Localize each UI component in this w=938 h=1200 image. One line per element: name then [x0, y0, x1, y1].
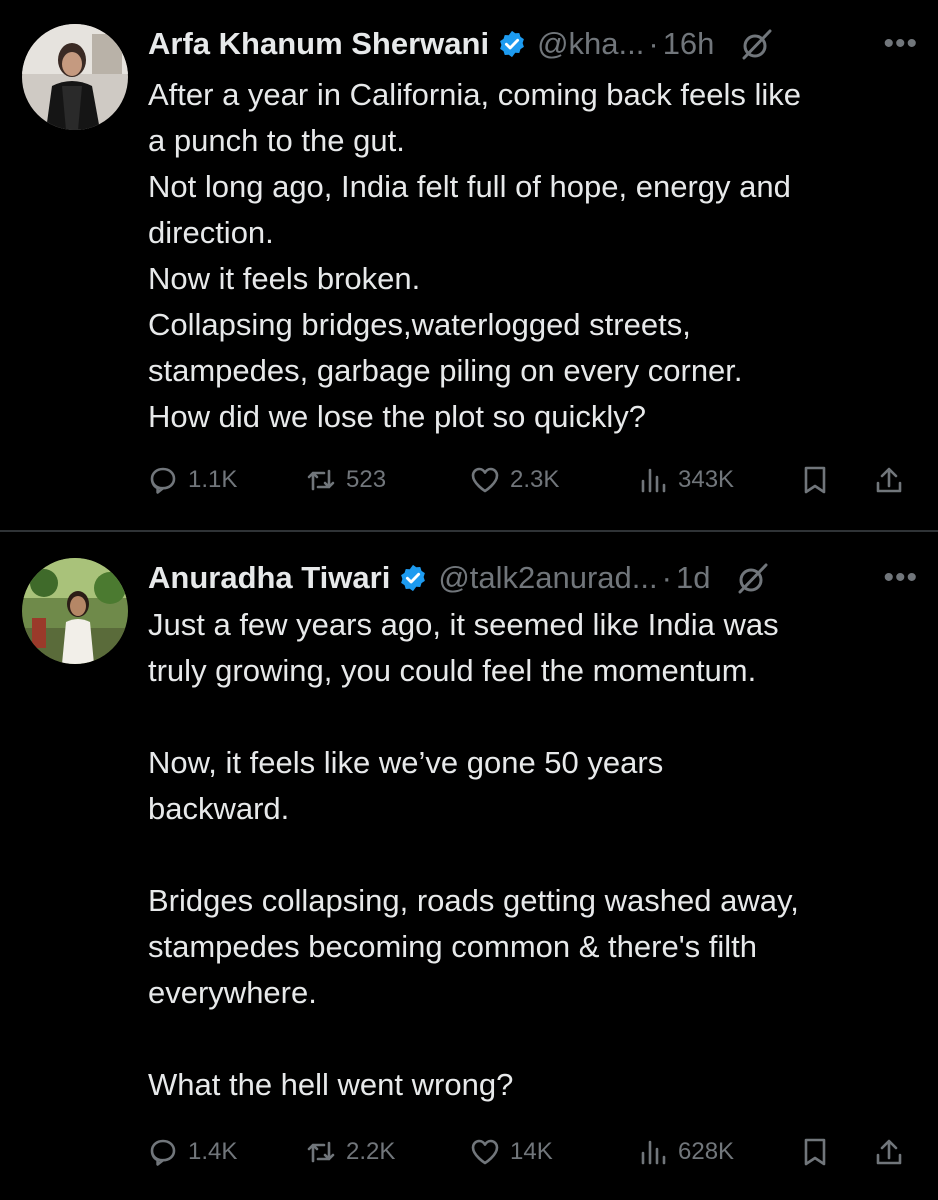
separator-dot: · [648, 26, 659, 61]
like-icon [471, 467, 499, 493]
verified-badge-icon [398, 563, 428, 593]
reply-icon [150, 1139, 176, 1166]
timestamp[interactable]: 1d [676, 560, 710, 596]
views-icon [641, 468, 666, 493]
bookmark-button[interactable] [800, 460, 830, 500]
tweet-header: Anuradha Tiwari @talk2anurad... · 1d ••• [148, 556, 918, 600]
like-count: 2.3K [510, 466, 560, 493]
author-handle[interactable]: @kha... [537, 26, 644, 62]
bookmark-icon [804, 1138, 826, 1166]
avatar[interactable] [22, 558, 128, 664]
tweet-line: everywhere. [148, 975, 317, 1010]
share-button[interactable] [874, 1132, 904, 1172]
separator-dot: · [661, 560, 672, 595]
grok-icon[interactable] [740, 27, 774, 61]
author-name[interactable]: Anuradha Tiwari [148, 560, 390, 596]
avatar[interactable] [22, 24, 128, 130]
tweet-line: a punch to the gut. [148, 123, 405, 158]
tweet-line: Not long ago, India felt full of hope, e… [148, 169, 791, 204]
tweet-arfa[interactable]: Arfa Khanum Sherwani @kha... · 16h ••• A… [0, 0, 938, 530]
like-button[interactable]: 14K [470, 1132, 553, 1172]
share-icon [876, 1139, 902, 1165]
tweet-line: stampedes, garbage piling on every corne… [148, 353, 743, 388]
bookmark-button[interactable] [800, 1132, 830, 1172]
reply-button[interactable]: 1.1K [148, 460, 237, 500]
views-icon [641, 1140, 666, 1165]
tweet-line: Now it feels broken. [148, 261, 421, 296]
reply-icon [150, 467, 176, 494]
repost-count: 2.2K [346, 1138, 396, 1165]
tweet-text: After a year in California, coming back … [148, 72, 918, 440]
grok-icon[interactable] [736, 561, 770, 595]
like-button[interactable]: 2.3K [470, 460, 559, 500]
more-icon[interactable]: ••• [883, 563, 918, 593]
tweet-anuradha[interactable]: Anuradha Tiwari @talk2anurad... · 1d •••… [0, 532, 938, 1200]
repost-icon [307, 1141, 335, 1163]
bookmark-icon [804, 466, 826, 494]
author-handle[interactable]: @talk2anurad... [438, 560, 657, 596]
tweet-line: After a year in California, coming back … [148, 77, 802, 112]
tweet-line: Collapsing bridges,waterlogged streets, [148, 307, 691, 342]
repost-icon [307, 469, 335, 491]
repost-button[interactable]: 523 [306, 460, 386, 500]
like-icon [471, 1139, 499, 1165]
tweet-line: Just a few years ago, it seemed like Ind… [148, 607, 779, 642]
views-button[interactable]: 628K [638, 1132, 734, 1172]
views-count: 628K [678, 1138, 735, 1165]
share-button[interactable] [874, 460, 904, 500]
tweet-line: Bridges collapsing, roads getting washed… [148, 883, 799, 918]
reply-count: 1.1K [188, 466, 238, 493]
tweet-header: Arfa Khanum Sherwani @kha... · 16h ••• [148, 22, 918, 66]
like-count: 14K [510, 1138, 553, 1165]
reply-count: 1.4K [188, 1138, 238, 1165]
tweet-line: truly growing, you could feel the moment… [148, 653, 757, 688]
tweet-line: How did we lose the plot so quickly? [148, 399, 646, 434]
timestamp[interactable]: 16h [663, 26, 715, 62]
verified-badge-icon [497, 29, 527, 59]
tweet-line: stampedes becoming common & there's filt… [148, 929, 757, 964]
more-icon[interactable]: ••• [883, 29, 918, 59]
tweet-line: direction. [148, 215, 274, 250]
share-icon [876, 467, 902, 493]
tweet-line: Now, it feels like we’ve gone 50 years [148, 745, 664, 780]
repost-count: 523 [346, 466, 387, 493]
views-count: 343K [678, 466, 735, 493]
tweet-actions: 1.4K 2.2K 14K 628K [148, 1132, 918, 1172]
author-name[interactable]: Arfa Khanum Sherwani [148, 26, 489, 62]
tweet-line: backward. [148, 791, 290, 826]
tweet-actions: 1.1K 523 2.3K 343K [148, 460, 918, 500]
tweet-text: Just a few years ago, it seemed like Ind… [148, 602, 918, 1108]
tweet-line: What the hell went wrong? [148, 1067, 514, 1102]
repost-button[interactable]: 2.2K [306, 1132, 395, 1172]
views-button[interactable]: 343K [638, 460, 734, 500]
reply-button[interactable]: 1.4K [148, 1132, 237, 1172]
